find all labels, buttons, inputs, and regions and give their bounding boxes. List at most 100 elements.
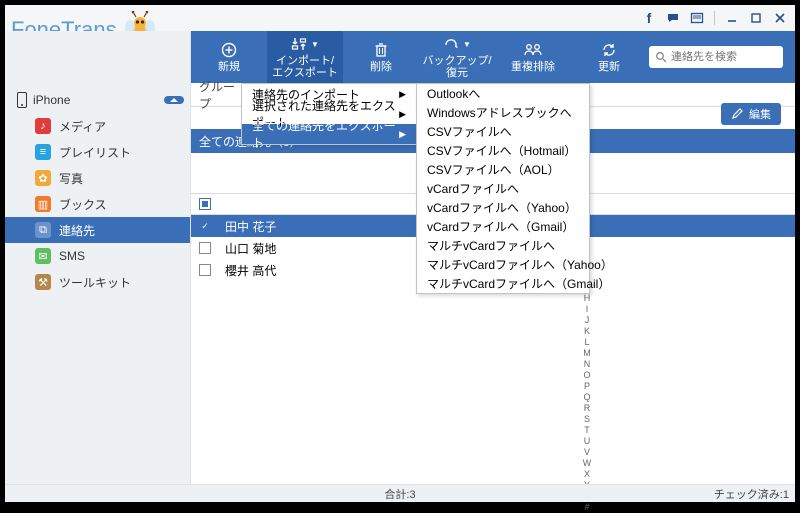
menu-item-label: 全ての連絡先をエクスポート: [252, 117, 399, 151]
alpha-letter[interactable]: V: [581, 447, 593, 458]
contacts-icon: ⧉: [35, 222, 51, 238]
alpha-letter[interactable]: #: [581, 502, 593, 513]
sms-icon: ✉: [35, 248, 51, 264]
group-label: グループ: [191, 78, 241, 112]
chevron-right-icon: ▶: [399, 129, 406, 140]
alpha-letter[interactable]: H: [581, 293, 593, 304]
media-icon: ♪: [35, 118, 51, 134]
backup-icon: [443, 36, 459, 52]
minimize-button[interactable]: [725, 11, 739, 25]
submenu-item[interactable]: Windowsアドレスブックへ: [417, 103, 589, 122]
export-submenu: OutlookへWindowsアドレスブックへCSVファイルへCSVファイルへ（…: [416, 83, 590, 294]
alpha-letter[interactable]: T: [581, 425, 593, 436]
sidebar-item-label: 連絡先: [59, 222, 95, 239]
submenu-item[interactable]: CSVファイルへ（AOL）: [417, 160, 589, 179]
row-checkbox[interactable]: [191, 264, 219, 276]
import-export-icon: [291, 36, 307, 52]
sidebar-item-label: ブックス: [59, 196, 107, 213]
toolbar-delete[interactable]: 削除: [343, 31, 419, 83]
sidebar-item-books[interactable]: ▥ ブックス: [5, 191, 190, 217]
status-checked: チェック済み:1: [714, 486, 795, 502]
dedupe-icon: [523, 41, 543, 59]
sidebar-item-playlist[interactable]: ≡ プレイリスト: [5, 139, 190, 165]
sidebar: iPhone ♪ メディア ≡ プレイリスト ✿ 写真 ▥ ブックス ⧉ 連絡先 ✉ SMS ⚒ ツールキ…: [5, 31, 191, 484]
main-toolbar: 新規 ▼ インポート/ エクスポート 削除 ▼ バックアップ/ 復元 重複排除: [191, 31, 795, 83]
alpha-letter[interactable]: W: [581, 458, 593, 469]
submenu-item[interactable]: マルチvCardファイルへ（Yahoo）: [417, 255, 589, 274]
search-icon: [655, 51, 667, 63]
alpha-letter[interactable]: X: [581, 469, 593, 480]
submenu-item[interactable]: マルチvCardファイルへ（Gmail）: [417, 274, 589, 293]
toolbar-new[interactable]: 新規: [191, 31, 267, 83]
photos-icon: ✿: [35, 170, 51, 186]
feedback-icon[interactable]: [690, 11, 704, 25]
chevron-right-icon: ▶: [399, 109, 406, 120]
device-row[interactable]: iPhone: [5, 87, 190, 113]
search-input[interactable]: [671, 51, 777, 63]
row-name: 櫻井 高代: [219, 262, 276, 279]
facebook-icon[interactable]: f: [642, 11, 656, 25]
toolbar-refresh[interactable]: 更新: [571, 31, 647, 83]
status-total: 合計:3: [384, 486, 415, 502]
sidebar-item-label: 写真: [59, 170, 83, 187]
phone-icon: [17, 92, 27, 108]
sidebar-item-label: SMS: [59, 249, 85, 263]
device-collapse-icon[interactable]: [164, 96, 184, 104]
playlist-icon: ≡: [35, 144, 51, 160]
alpha-letter[interactable]: P: [581, 381, 593, 392]
device-name: iPhone: [33, 93, 70, 107]
alpha-letter[interactable]: I: [581, 304, 593, 315]
chevron-down-icon: ▼: [311, 40, 319, 49]
edit-button[interactable]: 編集: [721, 103, 781, 125]
books-icon: ▥: [35, 196, 51, 212]
refresh-icon: [601, 41, 617, 59]
pencil-icon: [731, 108, 743, 120]
toolbar-backup-restore[interactable]: ▼ バックアップ/ 復元: [419, 31, 495, 83]
alpha-letter[interactable]: R: [581, 403, 593, 414]
alpha-letter[interactable]: L: [581, 337, 593, 348]
row-name: 田中 花子: [219, 218, 276, 235]
plus-circle-icon: [221, 41, 237, 59]
submenu-item[interactable]: CSVファイルへ: [417, 122, 589, 141]
chevron-down-icon: ▼: [463, 40, 471, 49]
sidebar-item-label: メディア: [59, 118, 106, 135]
toolkit-icon: ⚒: [35, 274, 51, 290]
sidebar-item-sms[interactable]: ✉ SMS: [5, 243, 190, 269]
sidebar-item-photos[interactable]: ✿ 写真: [5, 165, 190, 191]
close-button[interactable]: [773, 11, 787, 25]
submenu-item[interactable]: vCardファイルへ: [417, 179, 589, 198]
submenu-item[interactable]: Outlookへ: [417, 84, 589, 103]
alpha-letter[interactable]: N: [581, 359, 593, 370]
sidebar-item-label: プレイリスト: [59, 144, 131, 161]
search-box[interactable]: [649, 46, 783, 68]
submenu-item[interactable]: CSVファイルへ（Hotmail）: [417, 141, 589, 160]
sidebar-item-label: ツールキット: [59, 274, 131, 291]
chat-icon[interactable]: [666, 11, 680, 25]
sidebar-item-media[interactable]: ♪ メディア: [5, 113, 190, 139]
maximize-button[interactable]: [749, 11, 763, 25]
row-checkbox[interactable]: [191, 242, 219, 254]
alpha-letter[interactable]: J: [581, 315, 593, 326]
submenu-item[interactable]: vCardファイルへ（Yahoo）: [417, 198, 589, 217]
row-checkbox[interactable]: [191, 220, 219, 232]
alpha-letter[interactable]: S: [581, 414, 593, 425]
chevron-right-icon: ▶: [399, 89, 406, 100]
alpha-letter[interactable]: Q: [581, 392, 593, 403]
toolbar-import-export[interactable]: ▼ インポート/ エクスポート: [267, 31, 343, 83]
toolbar-dedupe[interactable]: 重複排除: [495, 31, 571, 83]
submenu-item[interactable]: vCardファイルへ（Gmail）: [417, 217, 589, 236]
alpha-letter[interactable]: K: [581, 326, 593, 337]
alpha-letter[interactable]: U: [581, 436, 593, 447]
status-bar: 合計:3 チェック済み:1: [5, 484, 795, 502]
alpha-letter[interactable]: M: [581, 348, 593, 359]
sidebar-item-toolkit[interactable]: ⚒ ツールキット: [5, 269, 190, 295]
content-area: グループ 編集 全ての連絡先（3） 名前 田中 花子山口 菊地櫻井 高代 ABC…: [191, 83, 795, 484]
header-checkbox[interactable]: [191, 198, 219, 210]
sidebar-item-contacts[interactable]: ⧉ 連絡先: [5, 217, 190, 243]
row-name: 山口 菊地: [219, 240, 276, 257]
submenu-item[interactable]: マルチvCardファイルへ: [417, 236, 589, 255]
import-export-menu: 連絡先のインポート▶選択された連絡先をエクスポート▶全ての連絡先をエクスポート▶: [241, 83, 417, 145]
trash-icon: [374, 41, 388, 59]
menu-item[interactable]: 全ての連絡先をエクスポート▶: [242, 124, 416, 144]
alpha-letter[interactable]: O: [581, 370, 593, 381]
